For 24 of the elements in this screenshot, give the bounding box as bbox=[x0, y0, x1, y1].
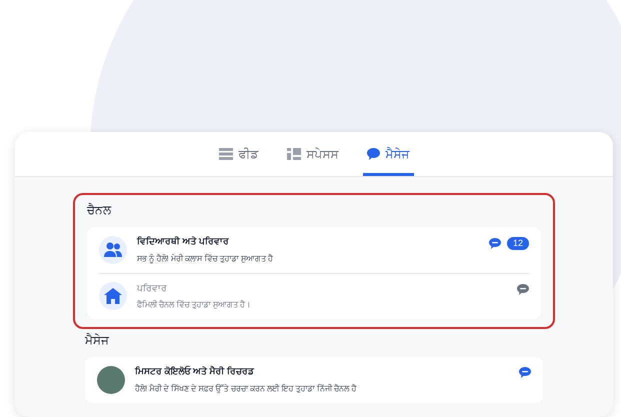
tab[interactable]: ਫੀਡ bbox=[214, 145, 262, 176]
tab[interactable]: ਮੈਸੇਜ bbox=[362, 145, 414, 176]
tab[interactable]: ਸਪੇਸਸ bbox=[282, 145, 342, 176]
grid-icon bbox=[286, 148, 300, 160]
message-preview: ਹੈਲੋ! ਮੈਰੀ ਦੇ ਸਿੱਖਣ ਦੇ ਸਫ਼ਰ ਉੱਤੇ ਚਰਚਾ ਕਰਨ ਲਈ ਇਹ ਤੁਹਾਡਾ ਨਿੱਜੀ ਚੈਨਲ ਹੈ bbox=[135, 382, 358, 394]
unread-count-badge: 12 bbox=[506, 237, 529, 250]
message-preview: ਫੈਮਿਲੀ ਚੈਨਲ ਵਿੱਚ ਤੁਹਾਡਾ ਸੁਆਗਤ ਹੈ। bbox=[137, 299, 252, 311]
section-heading: ਮੈਸੇਜ bbox=[85, 332, 110, 349]
chat-bubble-icon bbox=[517, 284, 529, 294]
conversation-title: ਵਿਦਿਆਰਥੀ ਅਤੇ ਪਰਿਵਾਰ bbox=[137, 235, 230, 248]
house-icon bbox=[104, 288, 122, 304]
conversation-title: ਪਰਿਵਾਰ bbox=[137, 282, 168, 294]
conversation-row[interactable]: ਮਿਸਟਰ ਕੋਇਲੋਓ ਅਤੇ ਮੈਰੀ ਰਿਚਰਡ ਹੈਲੋ! ਮੈਰੀ ਦੇ ਸਿੱਖਣ ਦੇ ਸਫ਼ਰ ਉੱਤੇ ਚਰਚਾ ਕਰਨ ਲਈ ਇਹ ਤੁਹਾਡਾ ਨਿੱਜੀ ਚੈਨਲ ਹੈ bbox=[97, 357, 531, 402]
chat-bubble-icon bbox=[366, 148, 380, 160]
conversation-title: ਮਿਸਟਰ ਕੋਇਲੋਓ ਅਤੇ ਮੈਰੀ ਰਿਚਰਡ bbox=[135, 365, 256, 378]
conversation-row[interactable]: ਪਰਿਵਾਰ ਫੈਮਿਲੀ ਚੈਨਲ ਵਿੱਚ ਤੁਹਾਡਾ ਸੁਆਗਤ ਹੈ। bbox=[99, 272, 529, 319]
avatar-photo-placeholder bbox=[97, 366, 125, 394]
people-icon bbox=[104, 242, 122, 258]
message-preview: ਸਭ ਨੂੰ ਹੈਲੋ! ਮੇਰੀ ਕਲਾਸ ਵਿੱਚ ਤੁਹਾਡਾ ਸੁਆਗਤ ਹੈ bbox=[137, 252, 274, 264]
section-heading: ਚੈਨਲ bbox=[87, 202, 112, 219]
conversation-row[interactable]: ਵਿਦਿਆਰਥੀ ਅਤੇ ਪਰਿਵਾਰ ਸਭ ਨੂੰ ਹੈਲੋ! ਮੇਰੀ ਕਲਾਸ ਵਿੱਚ ਤੁਹਾਡਾ ਸੁਆਗਤ ਹੈ 12 bbox=[99, 227, 529, 272]
chat-bubble-icon bbox=[519, 367, 531, 378]
feed-icon bbox=[218, 148, 232, 160]
chat-bubble-icon bbox=[488, 238, 501, 249]
